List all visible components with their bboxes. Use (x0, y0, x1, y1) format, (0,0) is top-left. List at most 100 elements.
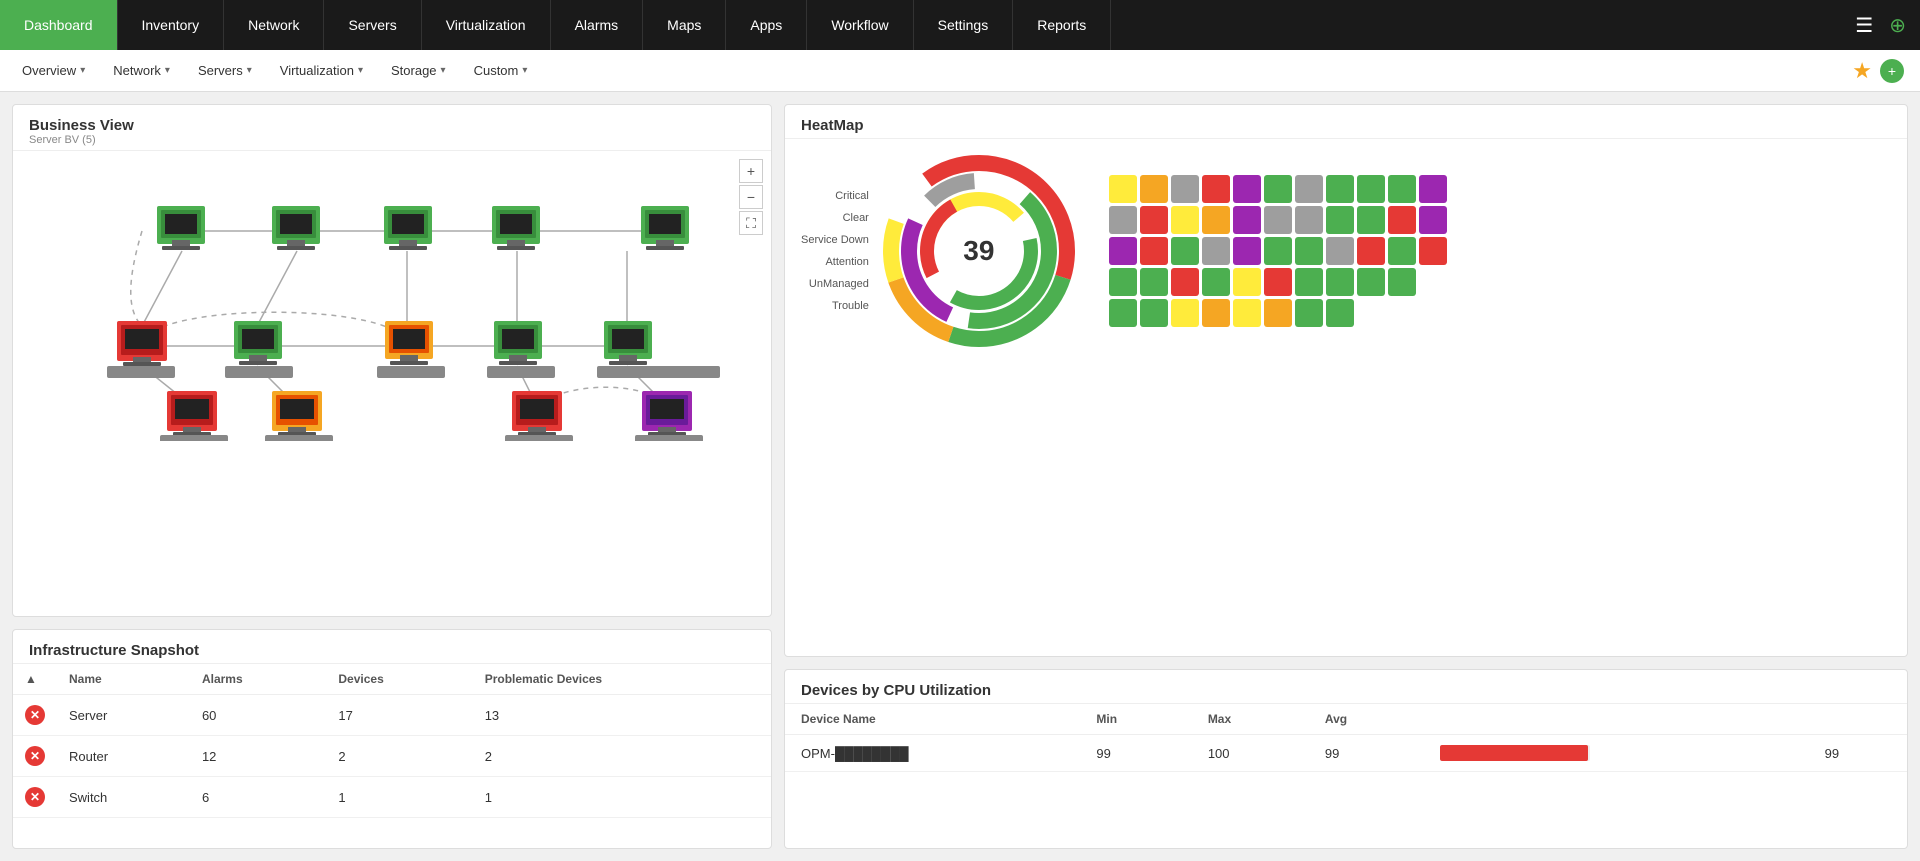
heatmap-cell[interactable] (1264, 299, 1292, 327)
heatmap-cell[interactable] (1202, 299, 1230, 327)
heatmap-cell[interactable] (1295, 299, 1323, 327)
nav-item-settings[interactable]: Settings (914, 0, 1014, 50)
nav-item-servers[interactable]: Servers (324, 0, 421, 50)
heatmap-cell[interactable] (1419, 237, 1447, 265)
heatmap-cell[interactable] (1171, 299, 1199, 327)
heatmap-cell[interactable] (1326, 175, 1354, 203)
heatmap-cell[interactable] (1109, 299, 1137, 327)
heatmap-cell[interactable] (1264, 175, 1292, 203)
nav-item-maps[interactable]: Maps (643, 0, 726, 50)
node-green-5[interactable] (641, 206, 689, 250)
heatmap-cell[interactable] (1140, 175, 1168, 203)
cpu-col-max[interactable]: Max (1192, 704, 1309, 735)
hamburger-icon[interactable]: ☰ (1851, 9, 1877, 42)
heatmap-cell[interactable] (1171, 175, 1199, 203)
zoom-in-button[interactable]: + (739, 159, 763, 183)
heatmap-cell[interactable] (1326, 237, 1354, 265)
node-red-bottom-2[interactable] (512, 391, 562, 436)
heatmap-cell[interactable] (1388, 268, 1416, 296)
heatmap-cell[interactable] (1326, 268, 1354, 296)
heatmap-cell[interactable] (1202, 175, 1230, 203)
heatmap-cell[interactable] (1140, 299, 1168, 327)
table-row[interactable]: ✕ Router 12 2 2 (13, 736, 771, 777)
heatmap-cell[interactable] (1357, 237, 1385, 265)
col-problematic[interactable]: Problematic Devices (473, 664, 771, 695)
heatmap-cell[interactable] (1140, 237, 1168, 265)
expand-button[interactable]: ⛶ (739, 211, 763, 235)
sort-col[interactable]: ▲ (13, 664, 57, 695)
heatmap-cell[interactable] (1202, 206, 1230, 234)
col-alarms[interactable]: Alarms (190, 664, 326, 695)
heatmap-cell[interactable] (1140, 268, 1168, 296)
nav-item-reports[interactable]: Reports (1013, 0, 1111, 50)
heatmap-cell[interactable] (1233, 175, 1261, 203)
star-icon[interactable]: ★ (1852, 58, 1872, 84)
heatmap-cell[interactable] (1357, 268, 1385, 296)
table-row[interactable]: ✕ Server 60 17 13 (13, 695, 771, 736)
heatmap-cell[interactable] (1171, 237, 1199, 265)
nav-item-dashboard[interactable]: Dashboard (0, 0, 118, 50)
node-orange-mid[interactable] (385, 321, 433, 365)
node-green-mid-3[interactable] (604, 321, 652, 365)
subnav-custom[interactable]: Custom ▾ (460, 50, 542, 91)
plus-circle-icon[interactable]: ⊕ (1885, 9, 1910, 42)
heatmap-cell[interactable] (1109, 268, 1137, 296)
heatmap-cell[interactable] (1140, 206, 1168, 234)
subnav-network[interactable]: Network ▾ (99, 50, 184, 91)
heatmap-cell[interactable] (1295, 268, 1323, 296)
heatmap-cell[interactable] (1326, 299, 1354, 327)
heatmap-cell[interactable] (1264, 268, 1292, 296)
heatmap-cell[interactable] (1295, 237, 1323, 265)
heatmap-cell[interactable] (1357, 206, 1385, 234)
subnav-overview[interactable]: Overview ▾ (8, 50, 99, 91)
heatmap-cell[interactable] (1388, 237, 1416, 265)
nav-item-network[interactable]: Network (224, 0, 324, 50)
subnav-servers[interactable]: Servers ▾ (184, 50, 266, 91)
col-devices[interactable]: Devices (326, 664, 472, 695)
node-green-mid-1[interactable] (234, 321, 282, 365)
heatmap-cell[interactable] (1233, 299, 1261, 327)
cpu-table-row[interactable]: OPM-████████ 99 100 99 99 (785, 735, 1907, 772)
heatmap-cell[interactable] (1264, 206, 1292, 234)
cpu-col-device[interactable]: Device Name (785, 704, 1080, 735)
heatmap-cell[interactable] (1326, 206, 1354, 234)
node-orange-bottom[interactable] (272, 391, 322, 436)
cpu-col-avg[interactable]: Avg (1309, 704, 1424, 735)
heatmap-cell[interactable] (1233, 268, 1261, 296)
heatmap-cell[interactable] (1202, 268, 1230, 296)
heatmap-cell[interactable] (1357, 175, 1385, 203)
nav-item-inventory[interactable]: Inventory (118, 0, 225, 50)
node-green-2[interactable] (272, 206, 320, 250)
nav-item-apps[interactable]: Apps (726, 0, 807, 50)
heatmap-grid[interactable] (1109, 175, 1447, 327)
heatmap-cell[interactable] (1264, 237, 1292, 265)
heatmap-cell[interactable] (1171, 206, 1199, 234)
nav-item-virtualization[interactable]: Virtualization (422, 0, 551, 50)
node-green-1[interactable] (157, 206, 205, 250)
heatmap-cell[interactable] (1388, 206, 1416, 234)
heatmap-cell[interactable] (1233, 237, 1261, 265)
node-green-3[interactable] (384, 206, 432, 250)
add-dashboard-icon[interactable]: + (1880, 59, 1904, 83)
heatmap-cell[interactable] (1419, 206, 1447, 234)
node-purple-bottom[interactable] (642, 391, 692, 436)
nav-item-alarms[interactable]: Alarms (551, 0, 644, 50)
zoom-out-button[interactable]: − (739, 185, 763, 209)
node-green-4[interactable] (492, 206, 540, 250)
node-red-bottom-1[interactable] (167, 391, 217, 436)
heatmap-cell[interactable] (1109, 206, 1137, 234)
col-name[interactable]: Name (57, 664, 190, 695)
heatmap-cell[interactable] (1419, 175, 1447, 203)
cpu-col-min[interactable]: Min (1080, 704, 1191, 735)
heatmap-cell[interactable] (1388, 175, 1416, 203)
node-green-mid-2[interactable] (494, 321, 542, 365)
node-red-1[interactable] (117, 321, 167, 366)
heatmap-cell[interactable] (1202, 237, 1230, 265)
heatmap-cell[interactable] (1233, 206, 1261, 234)
heatmap-cell[interactable] (1295, 175, 1323, 203)
subnav-storage[interactable]: Storage ▾ (377, 50, 460, 91)
heatmap-cell[interactable] (1171, 268, 1199, 296)
heatmap-cell[interactable] (1109, 237, 1137, 265)
heatmap-cell[interactable] (1295, 206, 1323, 234)
subnav-virtualization[interactable]: Virtualization ▾ (266, 50, 377, 91)
